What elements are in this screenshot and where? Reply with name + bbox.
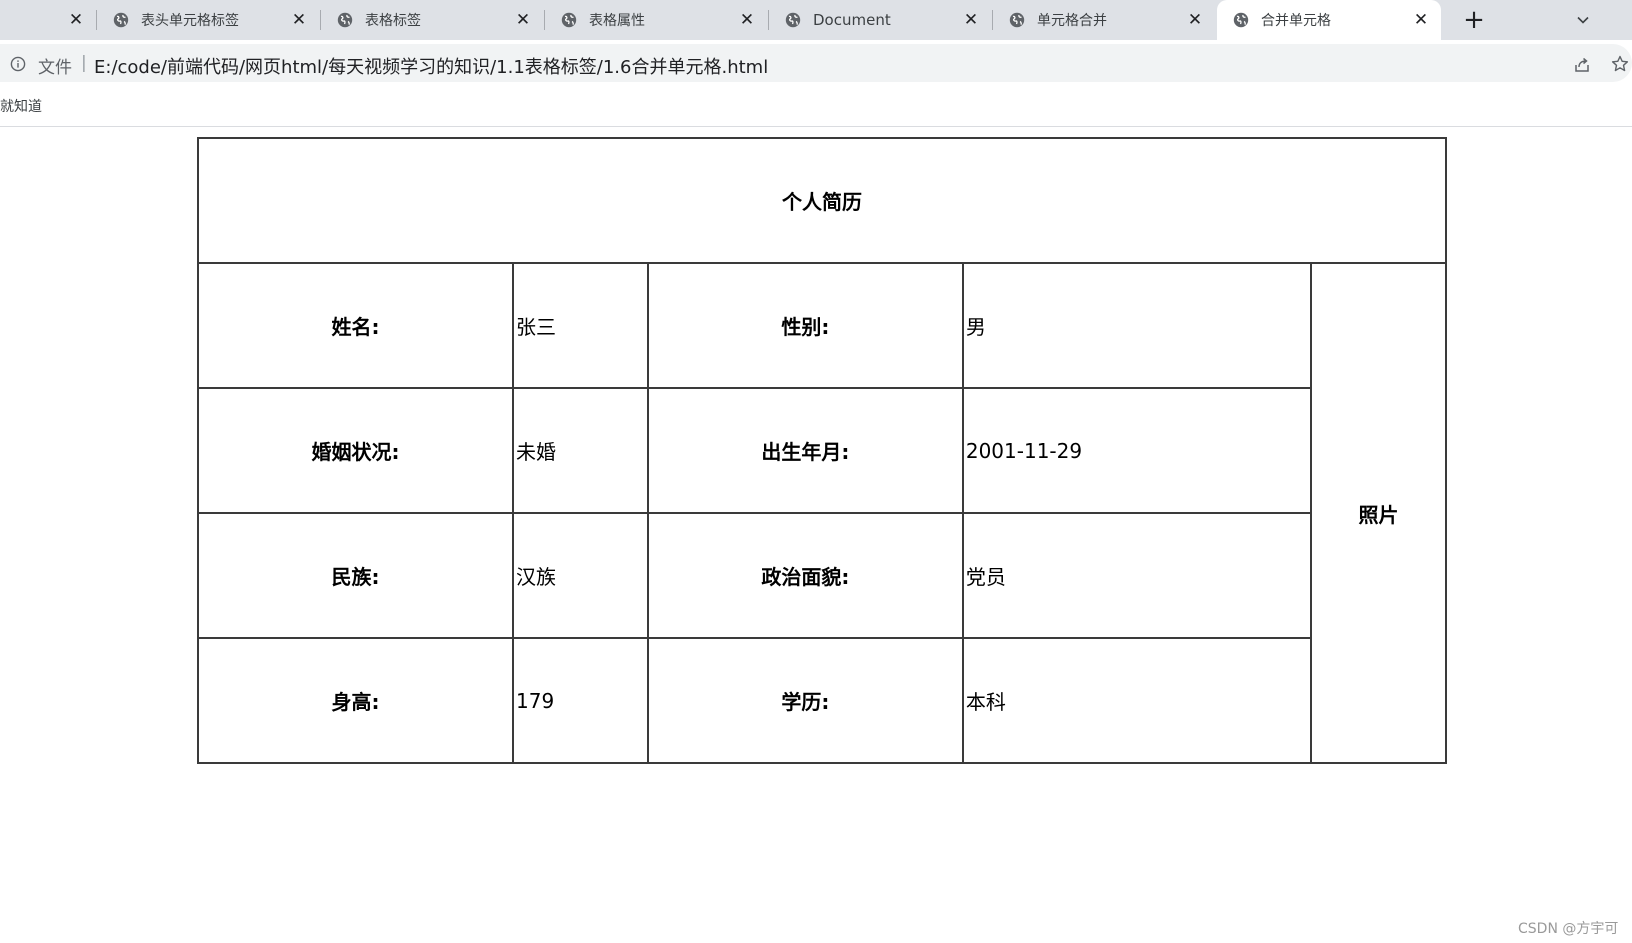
globe-icon <box>785 12 801 28</box>
tab-6-active[interactable]: 合并单元格 ✕ <box>1217 0 1441 40</box>
photo-cell: 照片 <box>1310 262 1447 764</box>
globe-icon <box>561 12 577 28</box>
close-icon[interactable]: ✕ <box>961 10 981 30</box>
close-icon[interactable]: ✕ <box>66 10 86 30</box>
watermark: CSDN @方宇可 <box>1518 921 1619 937</box>
tab-4[interactable]: Document ✕ <box>769 0 991 40</box>
tab-title: 表格标签 <box>365 13 421 29</box>
close-icon[interactable]: ✕ <box>737 10 757 30</box>
tab-1[interactable]: 表头单元格标签 ✕ <box>97 0 319 40</box>
close-icon[interactable]: ✕ <box>1411 10 1431 30</box>
globe-icon <box>1233 12 1249 28</box>
label-cell: 出生年月: <box>646 387 964 514</box>
tab-2[interactable]: 表格标签 ✕ <box>321 0 543 40</box>
value-cell: 党员 <box>961 512 1313 639</box>
address-bar[interactable]: 文件 | E:/code/前端代码/网页html/每天视频学习的知识/1.1表格… <box>0 44 1632 82</box>
close-icon[interactable]: ✕ <box>289 10 309 30</box>
resume-table: 个人简历 姓名: 张三 性别: 男 照片 婚姻状况: 未婚 出生年月: 2001… <box>197 137 1447 764</box>
bookmarks-bar: 就知道 <box>0 86 1632 127</box>
table-title-row: 个人简历 <box>197 137 1447 264</box>
value-cell: 张三 <box>512 262 649 389</box>
value-cell: 男 <box>961 262 1313 389</box>
scheme-label: 文件 <box>38 58 72 78</box>
page-content: 个人简历 姓名: 张三 性别: 男 照片 婚姻状况: 未婚 出生年月: 2001… <box>0 127 1632 943</box>
value-cell: 179 <box>512 637 649 764</box>
chevron-down-icon <box>1577 16 1589 24</box>
globe-icon <box>337 12 353 28</box>
url-text[interactable]: E:/code/前端代码/网页html/每天视频学习的知识/1.1表格标签/1.… <box>94 53 768 79</box>
value-cell: 本科 <box>961 637 1313 764</box>
label-cell: 民族: <box>197 512 514 639</box>
value-cell: 未婚 <box>512 387 649 514</box>
star-icon[interactable] <box>1610 54 1630 74</box>
globe-icon <box>113 12 129 28</box>
table-row: 婚姻状况: 未婚 出生年月: 2001-11-29 <box>197 387 1446 514</box>
label-cell: 政治面貌: <box>646 512 964 639</box>
label-cell: 姓名: <box>197 262 514 389</box>
tab-search-button[interactable] <box>1570 7 1596 33</box>
close-icon[interactable]: ✕ <box>1185 10 1205 30</box>
table-row: 身高: 179 学历: 本科 <box>197 637 1446 764</box>
toolbar: 文件 | E:/code/前端代码/网页html/每天视频学习的知识/1.1表格… <box>0 40 1632 86</box>
table-title: 个人简历 <box>197 137 1447 264</box>
share-icon[interactable] <box>1572 55 1592 75</box>
label-cell: 身高: <box>197 637 514 764</box>
tab-title: 合并单元格 <box>1261 13 1331 29</box>
table-row: 民族: 汉族 政治面貌: 党员 <box>197 512 1446 639</box>
table-row: 姓名: 张三 性别: 男 照片 <box>197 262 1447 764</box>
close-icon[interactable]: ✕ <box>513 10 533 30</box>
tab-3[interactable]: 表格属性 ✕ <box>545 0 767 40</box>
tab-0[interactable]: ✕ <box>0 0 96 40</box>
tab-title: 表头单元格标签 <box>141 13 239 29</box>
tab-title: 表格属性 <box>589 13 645 29</box>
label-cell: 性别: <box>646 262 964 389</box>
tab-title: Document <box>813 11 891 29</box>
tab-strip: ✕ 表头单元格标签 ✕ 表格标签 ✕ 表格属性 ✕ Document ✕ 单元格… <box>0 0 1632 40</box>
scheme-separator: | <box>81 53 87 73</box>
value-cell: 汉族 <box>512 512 649 639</box>
value-cell: 2001-11-29 <box>961 387 1313 514</box>
tab-5[interactable]: 单元格合并 ✕ <box>993 0 1215 40</box>
globe-icon <box>1009 12 1025 28</box>
label-cell: 婚姻状况: <box>197 387 514 514</box>
bookmark-item[interactable]: 就知道 <box>0 96 42 116</box>
label-cell: 学历: <box>646 637 964 764</box>
tab-title: 单元格合并 <box>1037 13 1107 29</box>
info-icon[interactable] <box>10 56 26 72</box>
new-tab-button[interactable]: + <box>1460 6 1488 34</box>
